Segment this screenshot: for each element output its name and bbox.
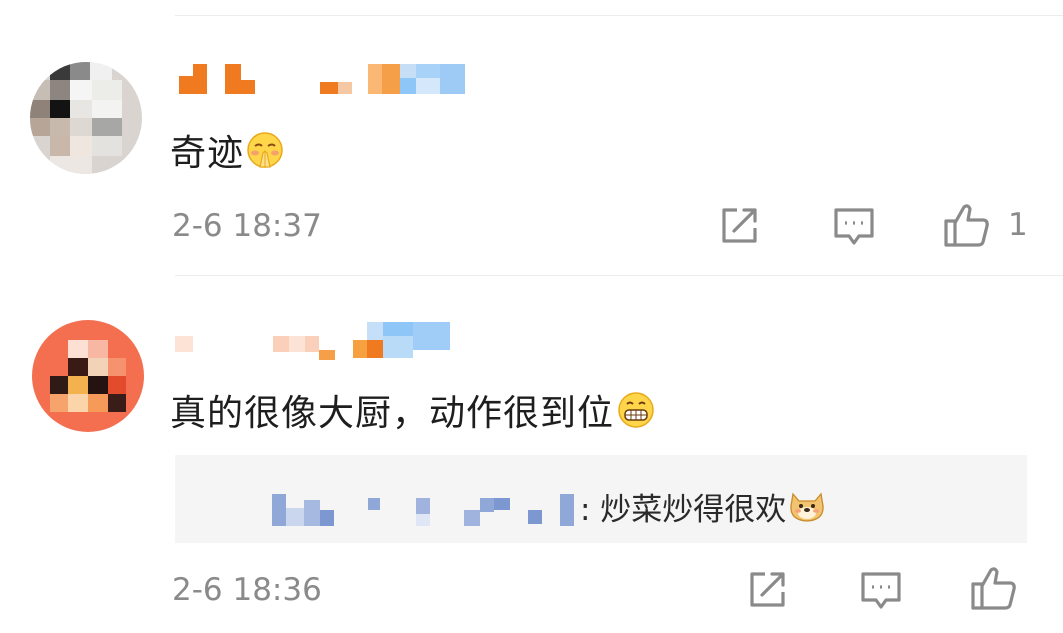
avatar[interactable] — [30, 62, 142, 174]
share-button[interactable] — [747, 570, 789, 610]
share-button[interactable] — [719, 206, 761, 246]
comment-text: 真的很像大厨，动作很到位 — [170, 384, 656, 438]
timestamp: 2-6 18:37 — [172, 208, 322, 244]
share-icon — [750, 572, 785, 607]
like-button[interactable]: 1 — [944, 203, 1028, 247]
comment-text: 奇迹 — [170, 124, 284, 178]
comment-divider — [175, 275, 1063, 276]
comment-button[interactable] — [833, 207, 875, 247]
avatar[interactable] — [32, 320, 144, 432]
thumbs-up-icon — [944, 204, 989, 247]
reply-text: ‌: 炒菜炒得很欢 — [580, 484, 826, 532]
doge-emoji — [788, 488, 826, 532]
comment-button[interactable] — [860, 571, 902, 611]
like-count: 1 — [1008, 207, 1028, 243]
share-icon — [722, 208, 757, 243]
comment-icon — [834, 208, 874, 245]
top-divider — [175, 15, 1063, 16]
comment-icon — [861, 572, 901, 609]
like-button[interactable] — [971, 566, 1017, 610]
grinning-face-emoji — [616, 391, 656, 438]
praying-hands-face-emoji — [246, 131, 284, 178]
thumbs-up-icon — [971, 567, 1016, 610]
reply-username-redacted[interactable] — [272, 494, 582, 526]
username-redacted[interactable] — [175, 64, 465, 94]
timestamp: 2-6 18:36 — [172, 572, 322, 608]
username-redacted[interactable] — [175, 322, 450, 360]
